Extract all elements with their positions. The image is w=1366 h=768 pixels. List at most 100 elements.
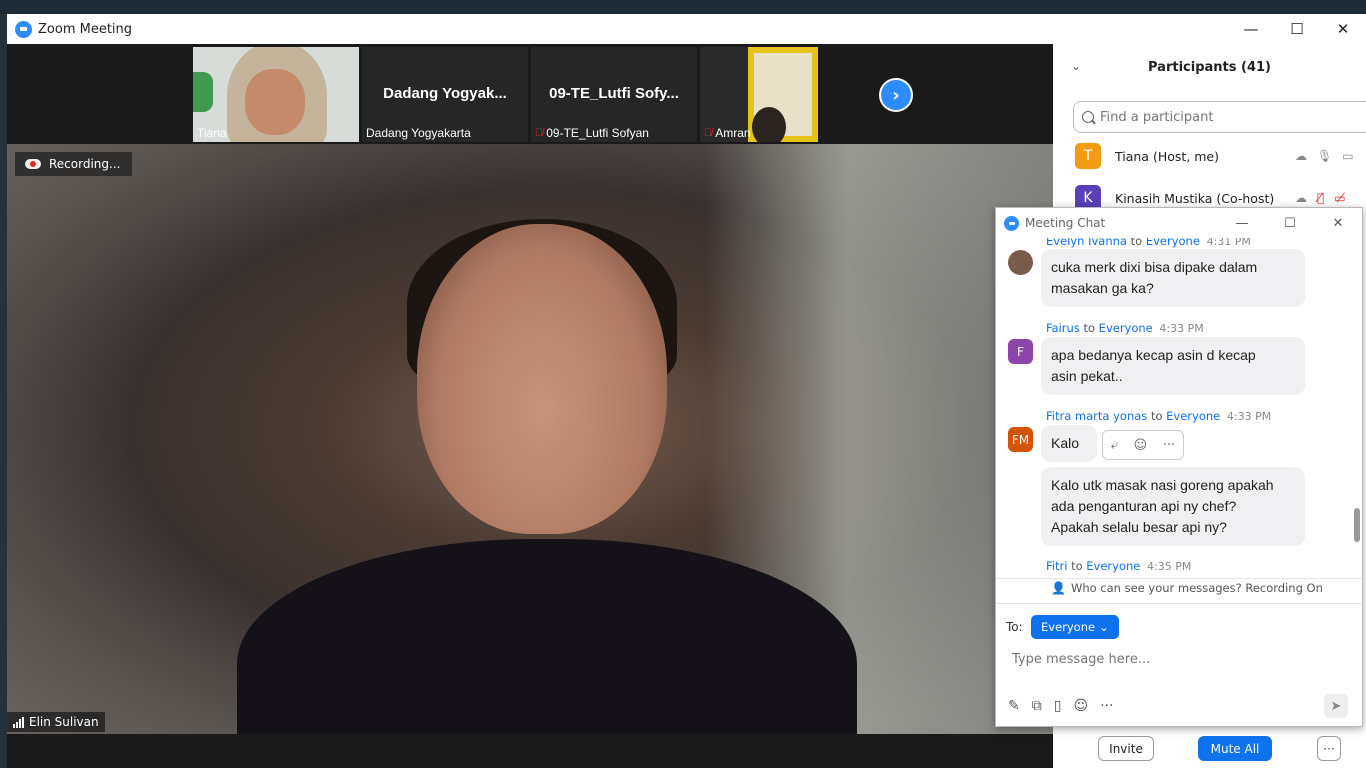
- chat-close-button[interactable]: ✕: [1314, 208, 1362, 238]
- thumbnail-label: Tiana: [197, 126, 227, 140]
- thumbnail-amran-person: [752, 107, 786, 142]
- maximize-button[interactable]: ☐: [1274, 14, 1320, 44]
- chat-window-controls: — ☐ ✕: [1218, 208, 1362, 238]
- recipient-dropdown[interactable]: Everyone ⌄: [1031, 615, 1119, 639]
- recording-indicator[interactable]: Recording...: [15, 152, 133, 176]
- microphone-muted-icon: 🎙̸: [1317, 191, 1325, 205]
- participant-search-input[interactable]: [1100, 109, 1340, 125]
- cloud-recording-icon: [25, 159, 41, 169]
- mute-all-button[interactable]: Mute All: [1198, 736, 1272, 761]
- window-controls: — ☐ ✕: [1228, 14, 1366, 44]
- message-sender[interactable]: Fitra marta yonas: [1046, 409, 1147, 423]
- thumbnail-tiana[interactable]: Tiana: [193, 47, 359, 142]
- speaker-name-label: Elin Sulivan: [7, 712, 105, 732]
- thumbnail-big-name: 09-TE_Lutfi Sofy...: [549, 85, 679, 102]
- message-bubble[interactable]: Kalo: [1041, 425, 1097, 462]
- thumbnail-lutfi[interactable]: 09-TE_Lutfi Sofy... 🎙̸ 09-TE_Lutfi Sofya…: [531, 47, 697, 142]
- mic-muted-icon: 🎙̸: [535, 127, 544, 139]
- message-avatar: [1008, 250, 1033, 275]
- participant-name: Tiana (Host, me): [1115, 148, 1219, 164]
- thumbnail-name: 09-TE_Lutfi Sofyan: [546, 126, 649, 140]
- message-recipient: Everyone: [1145, 238, 1200, 248]
- microphone-icon: 🎙: [1317, 149, 1333, 163]
- divider: [996, 578, 1362, 579]
- speaker-face: [417, 224, 667, 534]
- participants-header: ⌄ Participants (41): [1053, 44, 1366, 92]
- message-recipient: Everyone: [1098, 321, 1153, 335]
- message-line: asin pekat..: [1051, 368, 1123, 384]
- meeting-chat-window: Meeting Chat — ☐ ✕ Evelyn Ivanna to Ever…: [995, 207, 1363, 727]
- more-options-button[interactable]: ···: [1317, 736, 1341, 761]
- meeting-area: Tiana Dadang Yogyak... Dadang Yogyakarta…: [7, 44, 1053, 768]
- participants-title: Participants (41): [1148, 60, 1271, 75]
- participant-status-icons: ☁ 🎙 ▭: [1295, 149, 1354, 163]
- cloud-icon: ☁: [1295, 191, 1307, 205]
- participant-name: Kinasih Mustika (Co-host): [1115, 190, 1275, 206]
- message-time: 4:35 PM: [1147, 560, 1192, 573]
- title-bar: Zoom Meeting — ☐ ✕: [7, 14, 1366, 44]
- desktop-top-edge: [0, 0, 1366, 14]
- cloud-icon: ☁: [1295, 149, 1307, 163]
- participant-search[interactable]: [1073, 101, 1366, 133]
- participant-row[interactable]: T Tiana (Host, me) ☁ 🎙 ▭: [1075, 141, 1365, 171]
- close-button[interactable]: ✕: [1320, 14, 1366, 44]
- more-icon[interactable]: ···: [1163, 438, 1175, 453]
- chat-minimize-button[interactable]: —: [1218, 208, 1266, 238]
- signal-strength-icon: [13, 716, 24, 728]
- thumbnail-label: 🎙̸ 09-TE_Lutfi Sofyan: [535, 126, 649, 140]
- send-icon[interactable]: ➤: [1324, 694, 1348, 718]
- message-sender[interactable]: Fairus: [1046, 321, 1080, 335]
- chat-visibility-notice[interactable]: 👤 Who can see your messages? Recording O…: [1051, 581, 1323, 595]
- chat-title-bar: Meeting Chat — ☐ ✕: [996, 208, 1362, 238]
- message-to-word: to: [1071, 559, 1083, 573]
- participants-footer: Invite Mute All ···: [1053, 730, 1366, 768]
- message-avatar: F: [1008, 339, 1033, 364]
- chat-title: Meeting Chat: [1025, 216, 1106, 230]
- message-time: 4:33 PM: [1159, 322, 1204, 335]
- chat-toolbar: ✎ ⧉ ▯ ☺ ···: [1008, 698, 1113, 714]
- active-speaker-video: Recording... Elin Sulivan: [7, 144, 1053, 734]
- thumbnail-name: Amran: [715, 126, 751, 140]
- message-actions: ⤶ ☺ ···: [1102, 430, 1184, 460]
- message-sender[interactable]: Fitri: [1046, 559, 1067, 573]
- camera-off-icon: ▭̸: [1334, 191, 1346, 205]
- emoji-icon[interactable]: ☺: [1073, 698, 1088, 714]
- message-line: ada penganturan api ny chef?: [1051, 498, 1237, 514]
- message-bubble[interactable]: cuka merk dixi bisa dipake dalam masakan…: [1041, 249, 1305, 307]
- invite-button[interactable]: Invite: [1098, 736, 1154, 761]
- more-icon[interactable]: ···: [1100, 698, 1113, 714]
- mic-muted-icon: 🎙̸: [704, 127, 713, 139]
- message-header: Fitra marta yonas to Everyone 4:33 PM: [1046, 409, 1271, 423]
- reply-icon[interactable]: ⤶: [1111, 438, 1118, 453]
- message-bubble[interactable]: Kalo utk masak nasi goreng apakah ada pe…: [1041, 467, 1305, 546]
- emoji-reaction-icon[interactable]: ☺: [1134, 438, 1148, 453]
- file-icon[interactable]: ▯: [1054, 698, 1062, 714]
- recipient-dropdown-label: Everyone: [1041, 620, 1096, 634]
- message-line: Apakah selalu besar api ny?: [1051, 519, 1227, 535]
- zoom-logo-icon: [1004, 215, 1019, 231]
- thumbnail-tiana-face: [245, 69, 305, 135]
- chat-maximize-button[interactable]: ☐: [1266, 208, 1314, 238]
- person-icon: 👤: [1051, 581, 1066, 595]
- speaker-name: Elin Sulivan: [29, 715, 99, 729]
- thumbnail-amran[interactable]: 🎙̸ Amran: [700, 47, 818, 142]
- message-bubble[interactable]: apa bedanya kecap asin d kecap asin peka…: [1041, 337, 1305, 395]
- next-page-button[interactable]: ›: [879, 78, 913, 112]
- thumbnail-label: 🎙̸ Amran: [704, 126, 751, 140]
- message-sender[interactable]: Evelyn Ivanna: [1046, 238, 1127, 248]
- message-line: cuka merk dixi bisa dipake dalam: [1051, 259, 1258, 275]
- desktop-left-edge: [0, 14, 7, 768]
- format-icon[interactable]: ✎: [1008, 698, 1020, 714]
- thumbnail-name: Dadang Yogyakarta: [366, 126, 471, 140]
- message-to-word: to: [1083, 321, 1096, 335]
- message-input[interactable]: [1012, 646, 1342, 672]
- recording-label: Recording...: [49, 157, 121, 171]
- minimize-button[interactable]: —: [1228, 14, 1274, 44]
- message-header: Evelyn Ivanna to Everyone 4:31 PM: [1046, 238, 1251, 248]
- chat-scrollbar[interactable]: [1354, 508, 1360, 542]
- message-line: Kalo: [1051, 435, 1080, 451]
- thumbnail-dadang[interactable]: Dadang Yogyak... Dadang Yogyakarta: [362, 47, 528, 142]
- message-time: 4:31 PM: [1206, 238, 1251, 248]
- window-title: Zoom Meeting: [38, 21, 133, 37]
- screenshot-icon[interactable]: ⧉: [1032, 698, 1042, 714]
